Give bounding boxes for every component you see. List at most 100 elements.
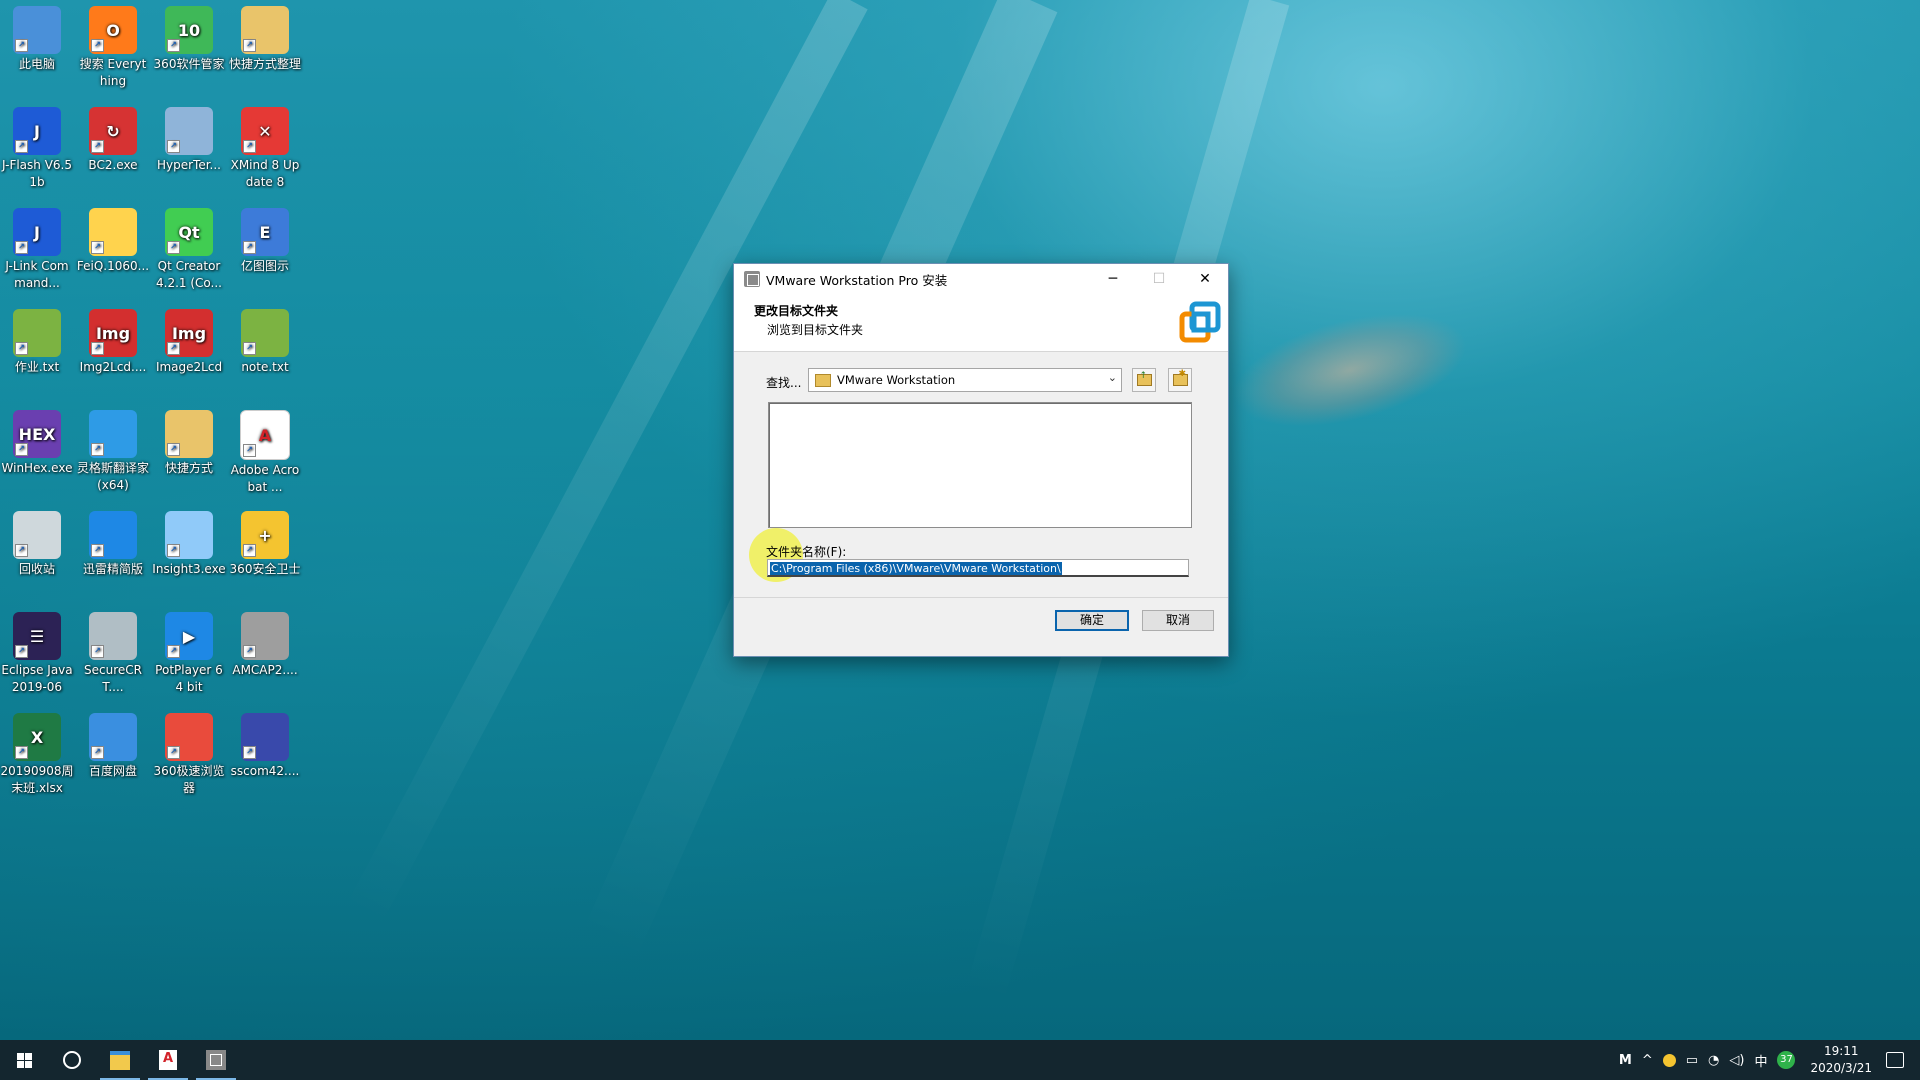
clock[interactable]: 19:11 2020/3/21 [1810, 1043, 1872, 1077]
dialog-titlebar[interactable]: VMware Workstation Pro 安装 ─ ☐ ✕ [734, 264, 1228, 294]
clock-time: 19:11 [1823, 1044, 1859, 1058]
chevron-down-icon[interactable]: ⌄ [1108, 371, 1117, 384]
desktop-icon[interactable]: ↗ 回收站 [0, 505, 74, 578]
desktop-icon[interactable]: ↗ 百度网盘 [76, 707, 150, 780]
look-in-dropdown[interactable]: VMware Workstation ⌄ [808, 368, 1122, 392]
network-icon[interactable]: ◔ [1708, 1053, 1719, 1068]
desktop-icon[interactable]: ↗ 360极速浏览器 [152, 707, 226, 797]
desktop-icon-label: HyperTer... [156, 158, 221, 172]
ime-indicator[interactable]: 中 [1754, 1051, 1767, 1070]
folder-name-input[interactable]: C:\Program Files (x86)\VMware\VMware Wor… [767, 559, 1189, 577]
desktop-icon[interactable]: ↻ ↗ BC2.exe [76, 101, 150, 174]
desktop-icon-label: 360极速浏览器 [153, 764, 225, 795]
look-in-value: VMware Workstation [837, 373, 956, 387]
desktop-icon-label: 360软件管家 [153, 57, 225, 71]
desktop-icon[interactable]: Img ↗ Image2Lcd [152, 303, 226, 376]
recycle-bin-icon: ↗ [13, 511, 61, 559]
volume-icon[interactable]: ◁) [1729, 1053, 1744, 1068]
windows-logo-icon [16, 1052, 32, 1068]
desktop-icon[interactable]: ↗ 灵格斯翻译家 (x64) [76, 404, 150, 494]
360-tray-icon[interactable] [1662, 1053, 1676, 1067]
cancel-button[interactable]: 取消 [1142, 610, 1214, 631]
folder-name-label: 文件夹名称(F): [766, 545, 847, 559]
desktop-icon-label: XMind 8 Update 8 [230, 158, 300, 189]
taskbar-vmware-installer[interactable] [192, 1040, 240, 1080]
desktop-icon[interactable]: ↗ 作业.txt [0, 303, 74, 376]
desktop-icon[interactable]: ↗ SecureCRT.... [76, 606, 150, 696]
desktop-icon[interactable]: A ↗ Adobe Acrobat ... [228, 404, 302, 496]
desktop-icon[interactable]: ↗ 快捷方式 [152, 404, 226, 477]
beyond-compare-icon: ↻ ↗ [89, 107, 137, 155]
desktop-icon[interactable]: ↗ HyperTer... [152, 101, 226, 174]
desktop-icon[interactable]: X ↗ 20190908周末班.xlsx [0, 707, 74, 797]
show-hidden-icons-chevron-icon[interactable]: ^ [1642, 1053, 1653, 1068]
shortcut-arrow-icon: ↗ [15, 39, 28, 52]
vmware-install-dialog: VMware Workstation Pro 安装 ─ ☐ ✕ 更改目标文件夹 … [733, 263, 1229, 657]
minimize-button[interactable]: ─ [1090, 264, 1136, 294]
shortcut-arrow-icon: ↗ [15, 342, 28, 355]
taskbar-file-explorer[interactable] [96, 1040, 144, 1080]
notification-badge[interactable]: 37 [1777, 1051, 1796, 1069]
insight-icon: ↗ [165, 511, 213, 559]
desktop-icon[interactable]: Img ↗ Img2Lcd.... [76, 303, 150, 376]
icon-glyph: + [258, 525, 272, 545]
new-folder-button[interactable] [1168, 368, 1192, 392]
desktop-icon[interactable]: ↗ Insight3.exe [152, 505, 226, 578]
desktop-icon[interactable]: J ↗ J-Link Command... [0, 202, 74, 292]
desktop-icon[interactable]: E ↗ 亿图图示 [228, 202, 302, 275]
desktop-icon[interactable]: ↗ 此电脑 [0, 0, 74, 73]
desktop-icon[interactable]: ▶ ↗ PotPlayer 64 bit [152, 606, 226, 696]
folder-list[interactable] [768, 402, 1192, 528]
icon-glyph: A [258, 425, 272, 445]
file-explorer-icon [110, 1050, 130, 1070]
text-file-icon: ↗ [13, 309, 61, 357]
desktop-icon[interactable]: 10 ↗ 360软件管家 [152, 0, 226, 73]
start-button[interactable] [0, 1040, 48, 1080]
desktop-icon-label: 快捷方式整理 [228, 57, 301, 71]
shortcut-arrow-icon: ↗ [243, 39, 256, 52]
shortcut-arrow-icon: ↗ [167, 39, 180, 52]
dialog-footer: 确定 取消 [734, 597, 1228, 646]
desktop-icon-label: note.txt [241, 360, 289, 374]
action-center-icon[interactable] [1886, 1052, 1904, 1068]
desktop-icon-label: Insight3.exe [152, 562, 226, 576]
feiq-icon: ↗ [89, 208, 137, 256]
acrobat-icon [159, 1050, 177, 1070]
desktop-icon-label: Image2Lcd [155, 360, 223, 374]
shortcut-arrow-icon: ↗ [167, 443, 180, 456]
desktop-icon-label: Adobe Acrobat ... [230, 463, 300, 494]
shortcut-arrow-icon: ↗ [91, 342, 104, 355]
folder-up-icon [1136, 371, 1152, 386]
close-button[interactable]: ✕ [1182, 264, 1228, 294]
360-security-icon: + ↗ [241, 511, 289, 559]
desktop-icon[interactable]: ↗ 快捷方式整理 [228, 0, 302, 73]
desktop-icon[interactable]: + ↗ 360安全卫士 [228, 505, 302, 578]
desktop-icon[interactable]: ✕ ↗ XMind 8 Update 8 [228, 101, 302, 191]
icon-glyph: HEX [18, 424, 56, 444]
taskbar: M ^ ▭ ◔ ◁) 中 37 19:11 2020/3/21 [0, 1040, 1920, 1080]
vmware-installer-icon [744, 271, 760, 287]
desktop-icon[interactable]: Qt ↗ Qt Creator 4.2.1 (Co... [152, 202, 226, 292]
up-one-level-button[interactable] [1132, 368, 1156, 392]
desktop-icon-label: 此电脑 [18, 57, 55, 71]
desktop-icon[interactable]: ↗ note.txt [228, 303, 302, 376]
shortcut-arrow-icon: ↗ [167, 746, 180, 759]
desktop-icon[interactable]: ↗ 迅雷精简版 [76, 505, 150, 578]
desktop-icon[interactable]: O ↗ 搜索 Everything [76, 0, 150, 90]
desktop-icon[interactable]: ↗ sscom42.... [228, 707, 302, 780]
desktop-icon-label: SecureCRT.... [84, 663, 142, 694]
ok-button[interactable]: 确定 [1055, 610, 1129, 631]
desktop-icon-label: AMCAP2.... [232, 663, 298, 677]
desktop-icon[interactable]: ☰ ↗ Eclipse Java 2019-06 [0, 606, 74, 696]
desktop-icon[interactable]: J ↗ J-Flash V6.51b [0, 101, 74, 191]
desktop-icon[interactable]: ↗ FeiQ.1060... [76, 202, 150, 275]
desktop-icon-label: sscom42.... [230, 764, 300, 778]
360-software-manager-icon: 10 ↗ [165, 6, 213, 54]
desktop-icon[interactable]: HEX ↗ WinHex.exe [0, 404, 74, 477]
tray-m-icon[interactable]: M [1619, 1053, 1632, 1068]
cortana-search-button[interactable] [48, 1040, 96, 1080]
taskbar-acrobat[interactable] [144, 1040, 192, 1080]
desktop-icon[interactable]: ↗ AMCAP2.... [228, 606, 302, 679]
battery-icon[interactable]: ▭ [1686, 1053, 1698, 1068]
img2lcd-icon: Img ↗ [89, 309, 137, 357]
